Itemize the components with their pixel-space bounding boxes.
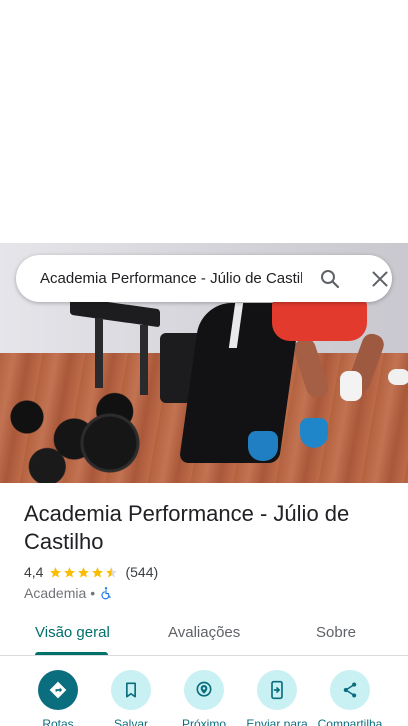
save-button[interactable]: Salvar <box>91 670 171 726</box>
share-label: Compartilha <box>317 717 383 726</box>
send-to-phone-label: Enviar para <box>246 717 308 726</box>
share-icon <box>343 682 357 698</box>
rating-stars <box>49 566 119 579</box>
star-half-icon <box>106 566 118 577</box>
rating-row[interactable]: 4,4 (544) <box>24 563 158 581</box>
map-blank-area <box>0 0 408 243</box>
rating-value: 4,4 <box>24 564 44 580</box>
review-count[interactable]: (544) <box>125 564 158 580</box>
tab-indicator <box>35 652 108 655</box>
save-label: Salvar <box>113 717 148 726</box>
place-tabs: Visão geral Avaliações Sobre <box>0 612 408 656</box>
star-icon <box>64 566 76 577</box>
close-icon[interactable] <box>368 267 392 291</box>
directions-button[interactable]: Rotas <box>18 670 98 726</box>
star-icon <box>50 566 62 577</box>
share-button[interactable]: Compartilha <box>310 670 390 726</box>
tab-about[interactable]: Sobre <box>316 624 356 642</box>
category-label: Academia <box>24 585 87 601</box>
nearby-button[interactable]: Próximo <box>164 670 244 726</box>
bookmark-icon <box>126 682 136 698</box>
directions-icon <box>49 681 67 699</box>
star-icon <box>92 566 104 577</box>
search-bar[interactable]: Academia Performance - Júlio de Castilho <box>16 255 392 302</box>
category-row: Academia • <box>24 584 113 602</box>
tab-reviews[interactable]: Avaliações <box>168 624 240 642</box>
action-bar: Rotas Salvar Próximo Enviar para Compart… <box>0 668 408 726</box>
send-to-phone-button[interactable]: Enviar para <box>237 670 317 726</box>
place-title: Academia Performance - Júlio de Castilho <box>24 501 350 554</box>
send-to-phone-icon <box>271 680 283 700</box>
search-input[interactable]: Academia Performance - Júlio de Castilho <box>40 269 302 288</box>
separator-dot: • <box>90 585 96 601</box>
nearby-label: Próximo <box>181 717 226 726</box>
directions-label: Rotas <box>42 717 74 726</box>
star-icon <box>78 566 90 577</box>
tab-overview[interactable]: Visão geral <box>35 624 110 642</box>
nearby-icon <box>196 681 212 697</box>
wheelchair-accessible-icon <box>101 587 111 600</box>
search-icon[interactable] <box>318 267 342 291</box>
